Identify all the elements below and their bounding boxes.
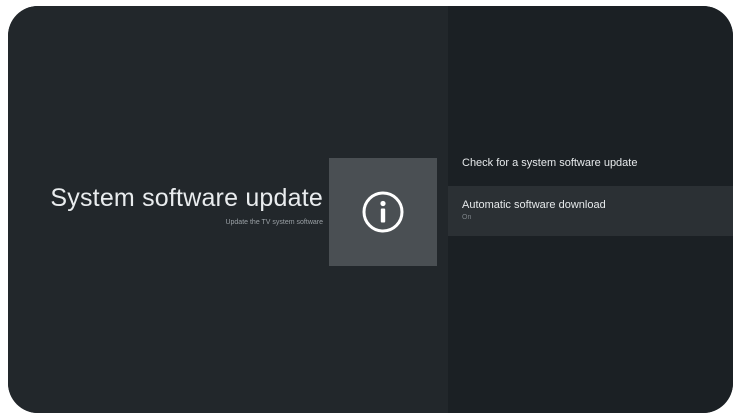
- page-subtitle: Update the TV system software: [225, 219, 323, 226]
- menu-item-label: Automatic software download: [462, 199, 606, 211]
- title-block: System software update Update the TV sys…: [23, 184, 323, 226]
- settings-menu: Check for a system software update Autom…: [448, 146, 733, 236]
- menu-item-check-update[interactable]: Check for a system software update: [448, 146, 733, 186]
- info-tile: [329, 158, 437, 266]
- page-title: System software update: [50, 184, 323, 212]
- left-panel: System software update Update the TV sys…: [8, 6, 448, 413]
- menu-item-label: Check for a system software update: [462, 157, 638, 169]
- menu-item-auto-download[interactable]: Automatic software download On: [448, 186, 733, 236]
- menu-item-value: On: [462, 214, 472, 221]
- info-icon: [362, 191, 404, 233]
- tv-screen: System software update Update the TV sys…: [8, 6, 733, 413]
